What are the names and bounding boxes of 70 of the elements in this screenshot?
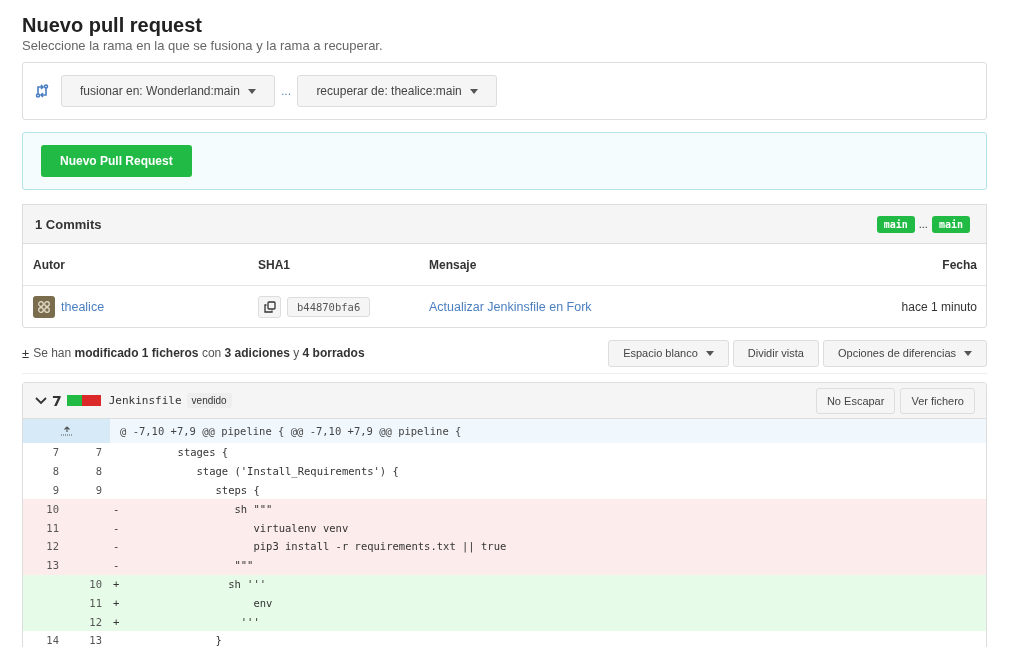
line-number: 9 — [94, 484, 103, 496]
dropdown-button[interactable]: Opciones de diferencias — [823, 339, 987, 367]
column-header: Fecha — [942, 257, 977, 272]
plus-minus-icon: ± — [22, 345, 30, 361]
diff-sign: - — [112, 559, 121, 572]
line-number: 10 — [88, 577, 103, 590]
page-title: Nuevo pull request — [22, 13, 204, 38]
commit-message-link[interactable]: Actualizar Jenkinsfile en Fork — [429, 299, 592, 314]
code-line: virtualenv venv — [252, 521, 349, 534]
column-header: Mensaje — [429, 257, 478, 272]
branch-dropdown[interactable]: recuperar de: thealice:main — [297, 75, 497, 107]
line-number: 9 — [51, 484, 60, 496]
line-number: 8 — [94, 465, 103, 478]
caret-icon — [469, 88, 478, 94]
change-count: 7 — [52, 392, 62, 409]
branch-tag: main — [876, 215, 915, 233]
diff-sign: - — [112, 540, 121, 553]
commit-sha-link[interactable]: b44870bfa6 — [287, 296, 371, 317]
diff-sign: - — [112, 502, 121, 515]
line-number: 12 — [45, 540, 60, 553]
line-number: 7 — [94, 446, 103, 459]
page-subtitle: Seleccione la rama en la que se fusiona y la rama a recuperar. — [22, 38, 384, 53]
line-number: 7 — [51, 446, 60, 459]
line-number: 10 — [45, 502, 60, 515]
line-number: 14 — [45, 634, 60, 647]
file-button[interactable]: Ver fichero — [900, 387, 975, 414]
copy-button[interactable] — [258, 295, 281, 318]
diff-sign: + — [112, 615, 121, 628]
branch-dropdown[interactable]: fusionar en: Wonderland:main — [61, 75, 275, 107]
code-line: ''' — [239, 615, 260, 628]
diff-sign: - — [112, 521, 121, 534]
commit-date: hace 1 minuto — [901, 299, 977, 314]
hunk-header: @ -7,10 +7,9 @@ pipeline { @@ -7,10 +7,9 @@ pipeline { — [119, 425, 462, 437]
diff-stat-bar — [66, 395, 101, 406]
copy-icon — [263, 300, 276, 313]
code-line: stage ('Install_Requirements') { — [195, 465, 399, 478]
avatar-icon — [33, 295, 55, 318]
pull-request-icon — [35, 84, 49, 98]
chevron-down-icon[interactable] — [35, 396, 47, 405]
line-number: 13 — [45, 559, 60, 572]
commits-title: 1 Commits — [35, 216, 102, 232]
code-line: } — [214, 634, 222, 647]
diff-sign: + — [112, 577, 121, 590]
code-line: """ — [233, 559, 254, 572]
code-line: steps { — [214, 484, 260, 496]
code-line: stages { — [176, 446, 229, 459]
column-header: SHA1 — [258, 257, 291, 272]
line-number: 13 — [88, 634, 103, 647]
dropdown-button[interactable]: Espacio blanco — [608, 339, 729, 367]
line-number: 8 — [51, 465, 60, 478]
line-number: 11 — [45, 521, 60, 534]
author-link[interactable]: thealice — [61, 299, 105, 314]
file-tag: vendido — [186, 393, 232, 408]
code-line: env — [252, 596, 273, 609]
expand-up-icon — [60, 426, 73, 436]
code-line: pip3 install -r requirements.txt || true — [252, 540, 507, 553]
code-line: sh """ — [233, 502, 273, 515]
diff-sign: + — [112, 596, 121, 609]
file-name: Jenkinsfile — [108, 394, 182, 407]
caret-icon — [247, 88, 256, 94]
diff-summary: Se han modificado 1 ficheros con 3 adiciones y 4 borrados — [33, 346, 365, 360]
view-button[interactable]: Dividir vista — [732, 339, 819, 367]
branch-tag: main — [931, 215, 970, 233]
column-header: Autor — [33, 257, 66, 272]
line-number: 11 — [88, 596, 103, 609]
file-button[interactable]: No Escapar — [815, 387, 896, 414]
code-line: sh ''' — [227, 577, 267, 590]
branch-separator: ... — [280, 84, 292, 98]
branch-separator: ... — [918, 218, 928, 230]
line-number: 12 — [88, 615, 103, 628]
